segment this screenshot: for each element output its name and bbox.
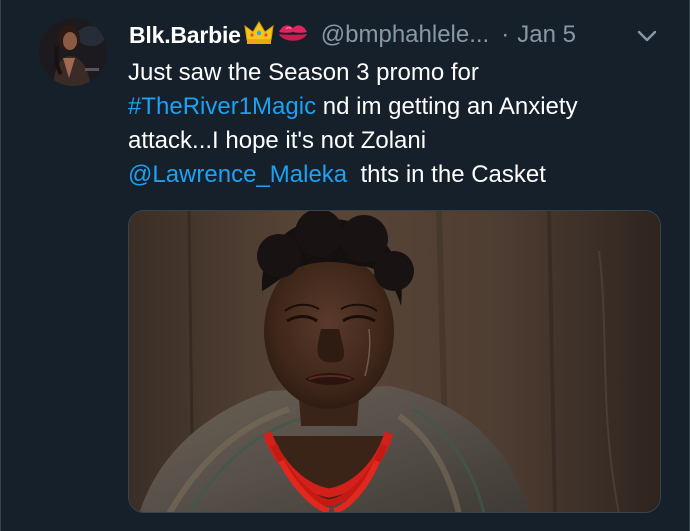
tweet-text-line-1: Just saw the Season 3 promo for [128,59,479,86]
tweet-text: Just saw the Season 3 promo for #TheRive… [128,56,668,192]
mention-link[interactable]: @Lawrence_Maleka [128,161,347,188]
tweet-card[interactable]: Blk.Barbie @bmphahlele... · Jan 5 Just s… [0,0,690,531]
tweet-text-line-2-rest: nd im getting an Anxiety [316,93,578,120]
tweet-photo[interactable] [128,210,661,513]
tweet-text-line-2: #TheRiver1Magic nd im getting an Anxiety [128,90,668,124]
separator-dot: · [501,21,510,48]
crown-emoji [244,20,274,51]
hashtag-link[interactable]: #TheRiver1Magic [128,93,316,120]
tweet-date[interactable]: Jan 5 [517,21,576,49]
avatar-photo [39,18,107,86]
kiss-mark-emoji [277,21,309,50]
tweet-text-line-4-rest: thts in the Casket [347,161,546,188]
display-name[interactable]: Blk.Barbie [129,22,241,49]
user-handle[interactable]: @bmphahlele... [321,21,489,49]
tweet-header: Blk.Barbie @bmphahlele... · Jan 5 [129,19,576,51]
crying-woman-photo [129,211,660,512]
tweet-text-line-3: attack...I hope it's not Zolani [128,127,427,154]
tweet-text-line-4: @Lawrence_Maleka thts in the Casket [128,158,668,192]
chevron-down-icon[interactable] [635,27,659,45]
avatar[interactable] [39,18,107,86]
